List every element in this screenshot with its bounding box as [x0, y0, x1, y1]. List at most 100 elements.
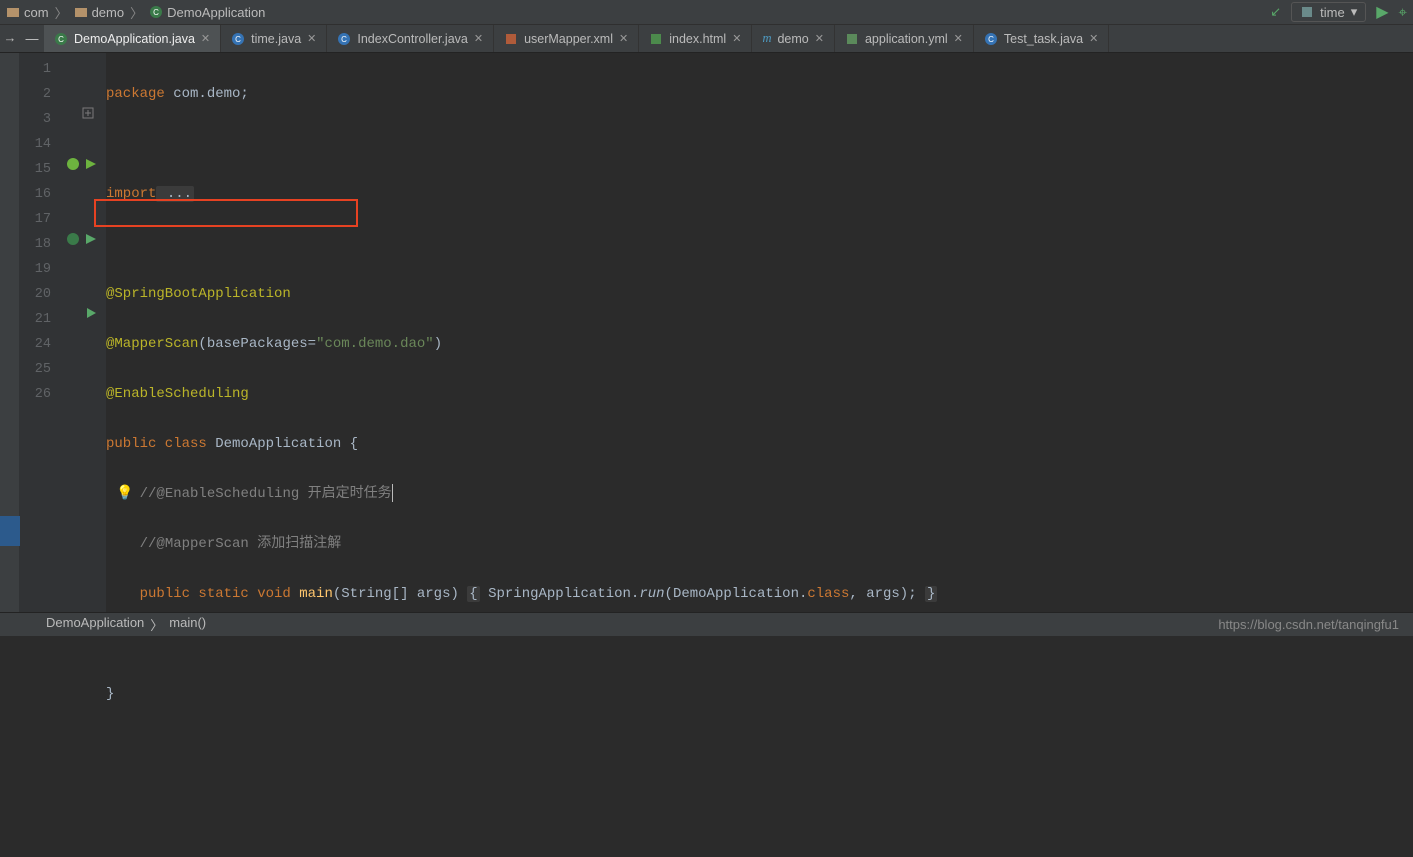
tab-bar: → — C DemoApplication.java ✕ C time.java…	[0, 25, 1413, 53]
tab-label: application.yml	[865, 32, 948, 46]
tab-demo-maven[interactable]: m demo ✕	[752, 25, 835, 52]
spring-icon[interactable]	[66, 156, 102, 174]
editor: 1 2 3 14 15 16 17 18 19 20 21 24 25 26 p…	[0, 53, 1413, 612]
tab-index-html[interactable]: index.html ✕	[639, 25, 752, 52]
t: com.demo;	[165, 86, 249, 102]
t: basePackages	[207, 336, 308, 352]
watermark: https://blog.csdn.net/tanqingfu1	[1218, 617, 1413, 632]
line-numbers: 1 2 3 14 15 16 17 18 19 20 21 24 25 26	[20, 53, 62, 612]
crumb-com[interactable]: com	[6, 5, 49, 20]
crumb-class[interactable]: C DemoApplication	[149, 5, 265, 20]
tab-label: DemoApplication.java	[74, 32, 195, 46]
tab-label: IndexController.java	[357, 32, 467, 46]
code-line: @SpringBootApplication	[106, 282, 1413, 307]
class-icon: C	[337, 32, 351, 46]
maven-icon: m	[762, 31, 771, 46]
close-icon[interactable]: ✕	[307, 32, 316, 45]
run-config-selector[interactable]: time ▾	[1291, 2, 1366, 22]
svg-text:C: C	[58, 35, 64, 44]
line-number: 2	[20, 82, 51, 107]
line-number: 24	[20, 332, 51, 357]
folder-icon	[6, 5, 20, 19]
caret	[392, 484, 393, 502]
close-icon[interactable]: ✕	[954, 32, 963, 45]
t: @SpringBootApplication	[106, 286, 291, 302]
code-area[interactable]: package com.demo; import ... @SpringBoot…	[106, 53, 1413, 612]
code-line	[106, 732, 1413, 757]
t: )	[434, 336, 442, 352]
line-number: 3	[20, 107, 51, 132]
run-icon[interactable]: ▶	[1376, 2, 1388, 22]
t: main	[291, 586, 333, 602]
t: run	[639, 586, 664, 602]
toolbar-collapse[interactable]: —	[20, 25, 44, 52]
line-number: 14	[20, 132, 51, 157]
code-line: import ...	[106, 182, 1413, 207]
status-breadcrumb-right[interactable]: main()	[169, 615, 206, 634]
html-icon	[649, 32, 663, 46]
class-icon: C	[984, 32, 998, 46]
t: "com.demo.dao"	[316, 336, 434, 352]
code-line	[106, 232, 1413, 257]
tab-label: demo	[777, 32, 808, 46]
chevron-right-icon: 〉	[55, 3, 68, 22]
t: @MapperScan	[106, 336, 198, 352]
build-icon[interactable]: ↙	[1270, 4, 1281, 20]
svg-text:C: C	[988, 35, 994, 44]
line-number: 18	[20, 232, 51, 257]
close-icon[interactable]: ✕	[732, 32, 741, 45]
code-line: public class DemoApplication {	[106, 432, 1413, 457]
tab-label: index.html	[669, 32, 726, 46]
chevron-down-icon: ▾	[1351, 4, 1358, 20]
svg-text:C: C	[235, 35, 241, 44]
tab-indexcontroller[interactable]: C IndexController.java ✕	[327, 25, 494, 52]
tab-time[interactable]: C time.java ✕	[221, 25, 327, 52]
t: package	[106, 86, 165, 102]
arrow-right-icon: →	[4, 30, 17, 45]
chevron-right-icon: 〉	[150, 615, 163, 634]
bulb-icon[interactable]: 💡	[116, 482, 133, 507]
t: (DemoApplication.	[665, 586, 808, 602]
tab-test-task[interactable]: C Test_task.java ✕	[974, 25, 1109, 52]
fold-ellipsis[interactable]: ...	[156, 186, 194, 202]
debug-icon[interactable]: ⌖	[1399, 4, 1407, 21]
folder-icon	[74, 5, 88, 19]
close-icon[interactable]: ✕	[474, 32, 483, 45]
t: import	[106, 186, 156, 202]
tab-application-yml[interactable]: application.yml ✕	[835, 25, 974, 52]
t: }	[925, 586, 937, 602]
breadcrumb-bar: com 〉 demo 〉 C DemoApplication ↙ time ▾ …	[0, 0, 1413, 25]
tab-label: Test_task.java	[1004, 32, 1083, 46]
status-breadcrumb-left[interactable]: DemoApplication	[46, 615, 144, 634]
t: @EnableScheduling	[106, 386, 249, 402]
run-gutter-icon[interactable]	[66, 231, 102, 249]
gutter	[62, 53, 106, 612]
app-icon	[1300, 5, 1314, 19]
line-number: 26	[20, 382, 51, 407]
close-icon[interactable]: ✕	[619, 32, 628, 45]
tab-usermapper[interactable]: userMapper.xml ✕	[494, 25, 639, 52]
crumb-label: DemoApplication	[167, 5, 265, 20]
line-number: 17	[20, 207, 51, 232]
close-icon[interactable]: ✕	[815, 32, 824, 45]
t: //@EnableScheduling 开启定时任务	[140, 486, 392, 502]
left-gutter-toggle[interactable]: →	[0, 25, 20, 52]
crumb-label: demo	[92, 5, 125, 20]
close-icon[interactable]: ✕	[201, 32, 210, 45]
t: class	[807, 586, 849, 602]
close-icon[interactable]: ✕	[1089, 32, 1098, 45]
class-icon: C	[149, 5, 163, 19]
chevron-right-icon: 〉	[130, 3, 143, 22]
t: //@MapperScan 添加扫描注解	[140, 536, 342, 552]
line-number: 25	[20, 357, 51, 382]
code-line: public static void main(String[] args) {…	[106, 582, 1413, 607]
line-number: 19	[20, 257, 51, 282]
crumb-demo[interactable]: demo	[74, 5, 125, 20]
run-config-label: time	[1320, 5, 1345, 20]
t: , args);	[849, 586, 925, 602]
code-line: //@MapperScan 添加扫描注解	[106, 532, 1413, 557]
svg-text:C: C	[341, 35, 347, 44]
tab-demoapplication[interactable]: C DemoApplication.java ✕	[44, 25, 221, 52]
t: (String[] args)	[333, 586, 467, 602]
crumb-label: com	[24, 5, 49, 20]
